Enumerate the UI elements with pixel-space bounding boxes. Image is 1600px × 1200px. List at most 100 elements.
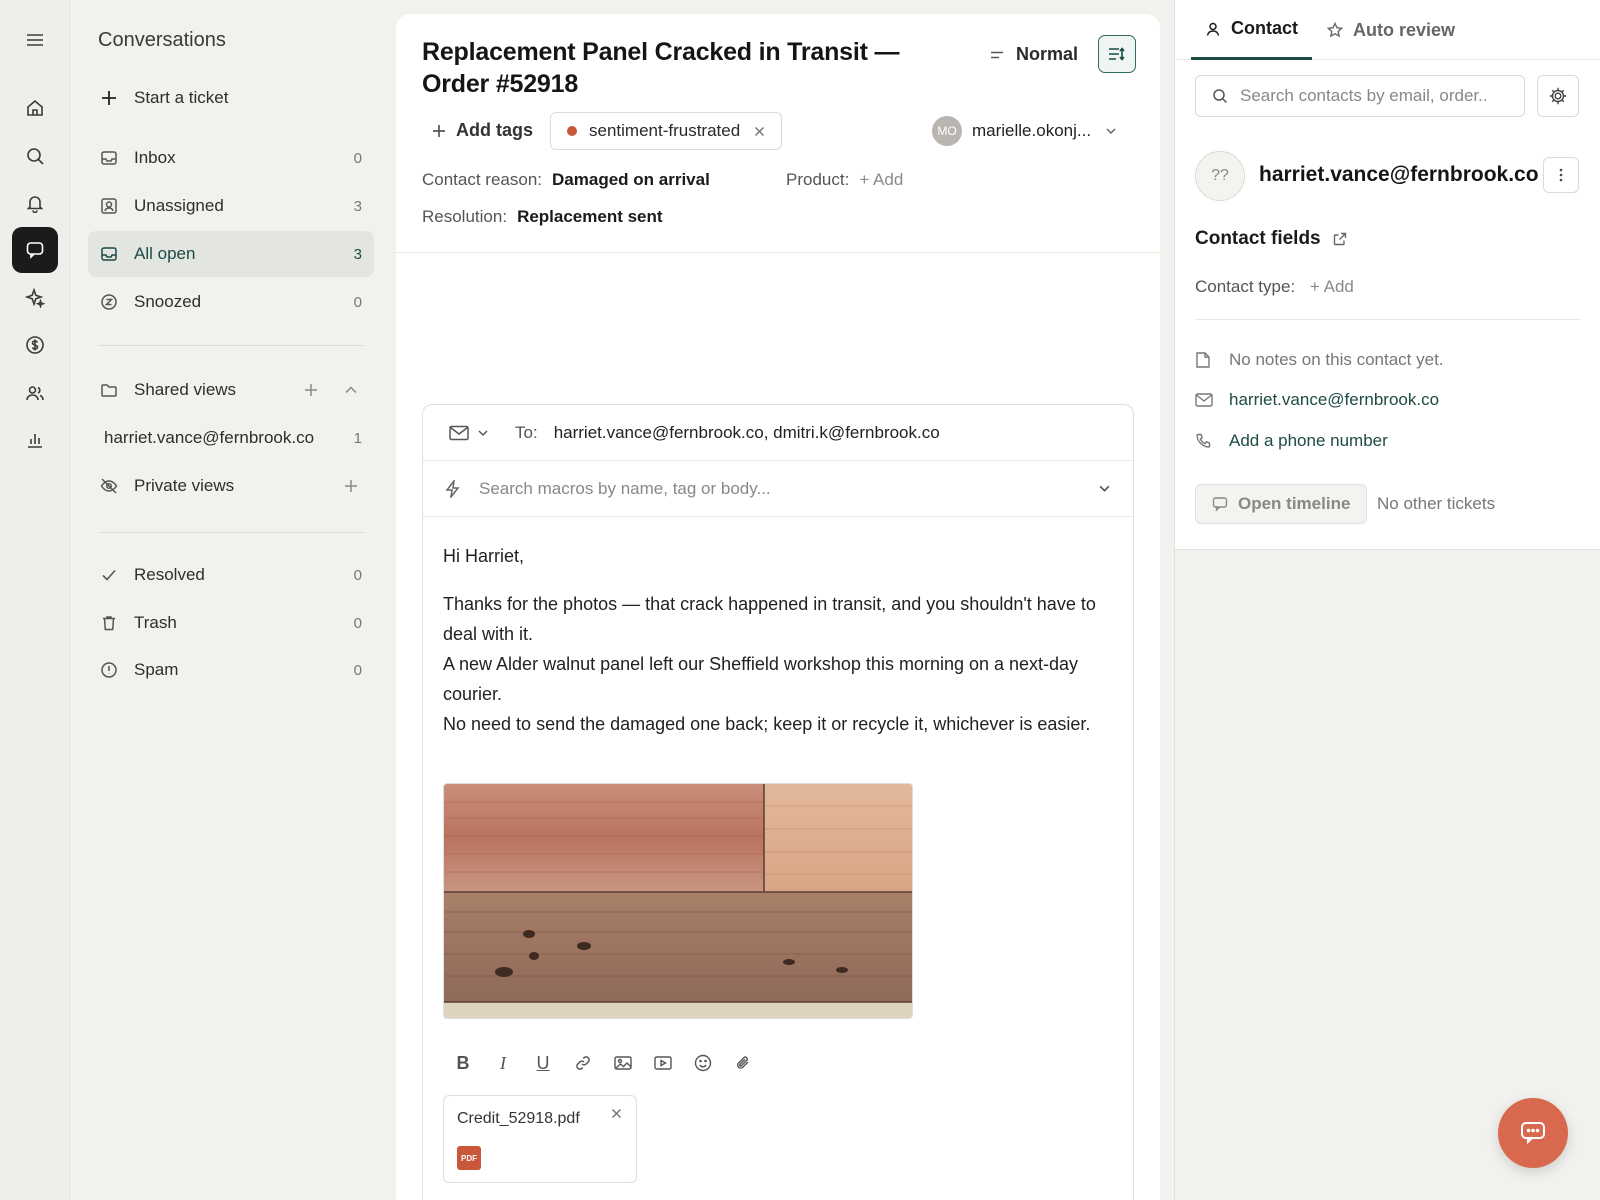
add-private-view-icon[interactable] xyxy=(340,475,362,497)
assignee-selector[interactable]: MO marielle.okonj... xyxy=(932,116,1117,146)
trash-icon xyxy=(98,612,120,634)
home-icon[interactable] xyxy=(12,85,58,131)
contact-reason-field[interactable]: Contact reason: Damaged on arrival xyxy=(422,170,710,190)
open-timeline-button[interactable]: Open timeline xyxy=(1195,484,1368,524)
contact-search-input[interactable]: Search contacts by email, order.. xyxy=(1195,75,1525,117)
shared-view-count: 1 xyxy=(353,429,362,447)
chevron-down-icon xyxy=(1105,125,1117,137)
users-icon[interactable] xyxy=(12,370,58,416)
plus-icon xyxy=(432,124,446,138)
chevron-down-icon[interactable] xyxy=(1098,482,1111,495)
external-link-icon[interactable] xyxy=(1333,232,1347,246)
chat-icon xyxy=(1521,1122,1545,1145)
bell-icon[interactable] xyxy=(12,180,58,226)
tag-label: sentiment-frustrated xyxy=(589,121,741,140)
sparkle-icon[interactable] xyxy=(12,275,58,321)
settings-button[interactable] xyxy=(1537,75,1579,117)
gear-icon xyxy=(1549,87,1567,105)
damaged-panel-photo[interactable] xyxy=(443,783,913,1019)
search-placeholder: Search contacts by email, order.. xyxy=(1240,86,1488,105)
pdf-icon: PDF xyxy=(457,1146,481,1170)
product-field[interactable]: Product: + Add xyxy=(786,170,903,190)
tab-label: Contact xyxy=(1231,18,1298,38)
snooze-icon xyxy=(98,291,120,313)
tab-contact[interactable]: Contact xyxy=(1191,0,1312,60)
search-icon xyxy=(1212,88,1228,104)
sidebar-item-count: 0 xyxy=(353,149,362,167)
contact-type-field[interactable]: Contact type: + Add xyxy=(1195,277,1354,297)
tag-chip[interactable]: sentiment-frustrated xyxy=(550,112,783,150)
search-icon[interactable] xyxy=(12,133,58,179)
product-add[interactable]: + Add xyxy=(859,170,903,190)
sidebar-item-unassigned[interactable]: Unassigned 3 xyxy=(88,183,374,229)
message-body[interactable]: Hi Harriet, Thanks for the photos — that… xyxy=(443,541,1113,739)
add-shared-view-icon[interactable] xyxy=(300,379,322,401)
contact-reason-value: Damaged on arrival xyxy=(552,170,710,189)
sidebar-item-snoozed[interactable]: Snoozed 0 xyxy=(88,279,374,325)
phone-row[interactable]: Add a phone number xyxy=(1195,431,1388,451)
assignee-name: marielle.okonj... xyxy=(972,121,1092,140)
sidebar-item-spam[interactable]: Spam 0 xyxy=(88,647,374,693)
chevron-up-icon[interactable] xyxy=(340,379,362,401)
video-icon[interactable] xyxy=(643,1045,683,1081)
private-views-label: Private views xyxy=(134,476,235,495)
sidebar-item-all-open[interactable]: All open 3 xyxy=(88,231,374,277)
start-ticket-label: Start a ticket xyxy=(134,88,229,107)
ticket-title[interactable]: Replacement Panel Cracked in Transit — O… xyxy=(422,36,962,100)
contact-avatar: ?? xyxy=(1195,151,1245,201)
italic-icon[interactable]: I xyxy=(483,1045,523,1081)
conversations-icon[interactable] xyxy=(12,227,58,273)
header-divider xyxy=(396,252,1160,253)
bold-icon[interactable]: B xyxy=(443,1045,483,1081)
chat-launcher-button[interactable] xyxy=(1498,1098,1568,1168)
shared-views-header[interactable]: Shared views xyxy=(88,367,374,413)
add-tags-button[interactable]: Add tags xyxy=(432,120,533,141)
close-icon[interactable] xyxy=(611,1108,622,1119)
inbox-icon xyxy=(98,243,120,265)
sidebar-item-label: Unassigned xyxy=(134,196,224,215)
tab-label: Auto review xyxy=(1353,19,1456,40)
link-icon[interactable] xyxy=(563,1045,603,1081)
macro-placeholder: Search macros by name, tag or body... xyxy=(479,478,771,498)
emoji-icon[interactable] xyxy=(683,1045,723,1081)
resolution-label: Resolution: xyxy=(422,207,508,226)
layout-toggle-button[interactable] xyxy=(1098,35,1136,73)
contact-fields-header[interactable]: Contact fields xyxy=(1195,228,1347,250)
close-icon[interactable] xyxy=(754,126,765,137)
add-tags-label: Add tags xyxy=(456,120,534,140)
dollar-icon[interactable] xyxy=(12,322,58,368)
contact-email-title[interactable]: harriet.vance@fernbrook.co xyxy=(1259,163,1539,187)
notes-row[interactable]: No notes on this contact yet. xyxy=(1195,350,1444,370)
private-views-header[interactable]: Private views xyxy=(88,463,374,509)
folder-icon xyxy=(98,379,120,401)
resolution-field[interactable]: Resolution: Replacement sent xyxy=(422,207,663,227)
more-options-button[interactable] xyxy=(1543,157,1579,193)
phone-icon xyxy=(1195,433,1215,449)
shared-view-item[interactable]: harriet.vance@fernbrook.co 1 xyxy=(88,415,374,461)
sidebar-item-resolved[interactable]: Resolved 0 xyxy=(88,552,374,598)
mail-icon[interactable] xyxy=(449,425,489,441)
reply-composer: To: harriet.vance@fernbrook.co, dmitri.k… xyxy=(422,404,1134,1200)
sidebar-item-trash[interactable]: Trash 0 xyxy=(88,600,374,646)
stats-icon[interactable] xyxy=(12,417,58,463)
sidebar-title: Conversations xyxy=(98,29,226,51)
tab-auto-review[interactable]: Auto review xyxy=(1327,0,1455,60)
tag-dot xyxy=(567,126,577,136)
wood-panel-image xyxy=(444,784,912,1018)
underline-icon[interactable]: U xyxy=(523,1045,563,1081)
sidebar-item-label: Spam xyxy=(134,660,179,679)
lightning-icon xyxy=(445,479,461,498)
attachment-card[interactable]: Credit_52918.pdf PDF xyxy=(443,1095,637,1183)
sidebar-item-inbox[interactable]: Inbox 0 xyxy=(88,135,374,181)
menu-icon[interactable] xyxy=(12,17,58,63)
ticket-pane: Replacement Panel Cracked in Transit — O… xyxy=(396,14,1160,1200)
priority-selector[interactable]: Normal xyxy=(990,44,1078,65)
start-ticket-button[interactable]: Start a ticket xyxy=(88,75,374,121)
paperclip-icon[interactable] xyxy=(723,1045,763,1081)
macro-search-input[interactable]: Search macros by name, tag or body... xyxy=(423,461,1133,517)
recipients-input[interactable]: harriet.vance@fernbrook.co, dmitri.k@fer… xyxy=(554,423,940,443)
contact-type-add[interactable]: + Add xyxy=(1310,277,1354,296)
email-row[interactable]: harriet.vance@fernbrook.co xyxy=(1195,390,1439,410)
image-icon[interactable] xyxy=(603,1045,643,1081)
sidebar-divider xyxy=(98,532,364,533)
